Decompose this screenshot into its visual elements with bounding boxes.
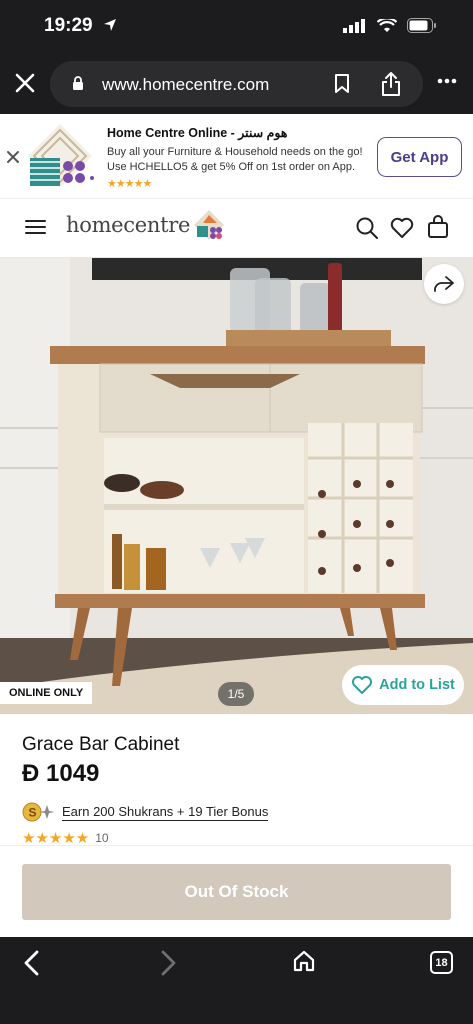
menu-icon[interactable]: [25, 219, 46, 235]
purchase-bar: Out Of Stock: [0, 845, 473, 937]
close-icon[interactable]: [12, 70, 38, 96]
rating-count: 10: [95, 831, 109, 845]
app-logo-icon: [28, 124, 94, 188]
wifi-icon: [377, 18, 397, 32]
product-image-carousel[interactable]: ONLINE ONLY 1/5 Add to List: [0, 258, 473, 714]
status-bar: 19:29: [0, 0, 473, 56]
home-icon[interactable]: [292, 949, 316, 973]
shukran-offer[interactable]: S Earn 200 Shukrans + 19 Tier Bonus: [22, 802, 269, 822]
web-page: Home Centre Online - هوم سنتر Buy all yo…: [0, 114, 473, 937]
bookmark-icon[interactable]: [334, 74, 350, 94]
banner-line-1: Buy all your Furniture & Household needs…: [107, 146, 363, 158]
forward-icon[interactable]: [158, 950, 178, 976]
shukran-coin-icon: S: [22, 802, 55, 822]
image-pager: 1/5: [218, 682, 254, 706]
price-value: 1049: [46, 760, 100, 787]
product-image: [0, 258, 473, 714]
product-price: Đ 1049: [22, 760, 99, 788]
wishlist-heart-icon[interactable]: [390, 217, 414, 239]
url-text: www.homecentre.com: [102, 75, 270, 94]
status-icons: [343, 18, 437, 33]
browser-toolbar: 18: [0, 937, 473, 1024]
search-icon[interactable]: [355, 216, 379, 240]
lock-icon: [73, 76, 83, 90]
brand-mark-icon: [194, 210, 224, 240]
more-icon[interactable]: [437, 78, 457, 84]
svg-text:S: S: [29, 806, 37, 820]
brand-logo[interactable]: homecentre: [66, 213, 190, 237]
banner-close-icon[interactable]: [6, 150, 20, 164]
banner-rating-stars: ★★★★★: [107, 178, 152, 190]
product-name: Grace Bar Cabinet: [22, 734, 180, 755]
address-bar[interactable]: www.homecentre.com: [50, 61, 423, 107]
battery-icon: [407, 18, 436, 33]
banner-title: Home Centre Online - هوم سنتر: [107, 126, 288, 140]
status-time: 19:29: [44, 15, 93, 36]
site-header: homecentre: [0, 199, 473, 258]
location-arrow-icon: [104, 19, 116, 31]
shukran-text: Earn 200 Shukrans + 19 Tier Bonus: [62, 803, 269, 821]
add-to-list-button[interactable]: Add to List: [342, 665, 464, 705]
currency-symbol: Đ: [22, 760, 40, 787]
app-banner: Home Centre Online - هوم سنتر Buy all yo…: [0, 114, 473, 199]
back-icon[interactable]: [22, 950, 42, 976]
signal-icon: [343, 18, 365, 33]
tabs-button[interactable]: 18: [430, 951, 453, 974]
banner-line-2: Use HCHELLO5 & get 5% Off on 1st order o…: [107, 161, 356, 173]
browser-bar: www.homecentre.com: [0, 56, 473, 114]
out-of-stock-button[interactable]: Out Of Stock: [22, 864, 451, 920]
add-to-list-label: Add to List: [379, 677, 455, 693]
heart-outline-icon: [352, 676, 373, 694]
online-only-badge: ONLINE ONLY: [0, 682, 93, 704]
share-icon[interactable]: [380, 71, 402, 97]
get-app-button[interactable]: Get App: [377, 137, 462, 177]
share-product-button[interactable]: [424, 264, 464, 304]
share-arrow-icon: [434, 276, 454, 292]
shopping-bag-icon[interactable]: [427, 215, 449, 239]
